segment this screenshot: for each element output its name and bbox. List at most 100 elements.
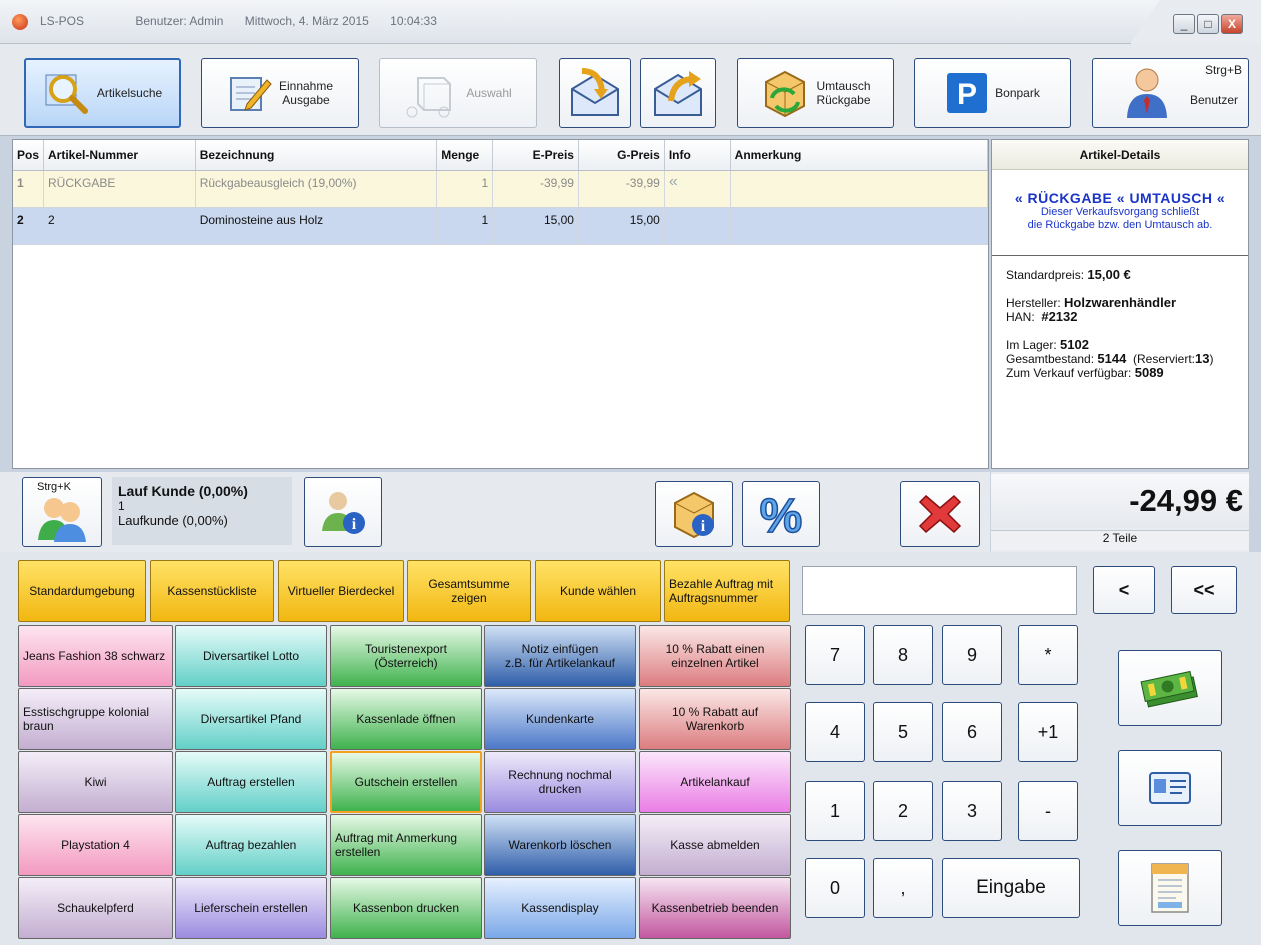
income-expense-button[interactable]: Einnahme Ausgabe: [201, 58, 359, 128]
customer-select-button[interactable]: Strg+K: [22, 477, 102, 547]
reprint-invoice-button[interactable]: Rechnung nochmal drucken: [484, 751, 636, 813]
parking-p-icon: P: [945, 71, 989, 115]
create-voucher-button[interactable]: Gutschein erstellen: [330, 751, 482, 813]
col-info[interactable]: Info: [664, 140, 731, 171]
open-drawer-button[interactable]: Kassenlade öffnen: [330, 688, 482, 750]
enter-button[interactable]: Eingabe: [942, 858, 1080, 918]
key-plus-one-label: +1: [1037, 721, 1059, 742]
article-info-button[interactable]: i: [655, 481, 733, 547]
key-5-label: 5: [897, 721, 908, 742]
table-row[interactable]: 2 2 Dominosteine aus Holz 1 15,00 15,00: [13, 207, 989, 245]
cell-description: Dominosteine aus Holz: [195, 207, 438, 245]
maximize-button[interactable]: □: [1197, 14, 1219, 34]
article-purchase-button[interactable]: Artikelankauf: [639, 751, 791, 813]
key-9[interactable]: 9: [942, 625, 1002, 685]
key-multiply[interactable]: *: [1018, 625, 1078, 685]
minimize-button[interactable]: _: [1173, 14, 1195, 34]
col-quantity[interactable]: Menge: [436, 140, 494, 171]
col-unit-price[interactable]: E-Preis: [492, 140, 579, 171]
choose-customer-label: Kunde wählen: [559, 584, 637, 598]
col-total-price[interactable]: G-Preis: [578, 140, 665, 171]
virtual-coaster-label: Virtueller Bierdeckel: [287, 584, 395, 598]
customer-info-button[interactable]: i: [304, 477, 382, 547]
insert-note-button[interactable]: Notiz einfügen z.B. für Artikelankauf: [484, 625, 636, 687]
col-description[interactable]: Bezeichnung: [195, 140, 438, 171]
clear-cart-button[interactable]: Warenkorb löschen: [484, 814, 636, 876]
customer-id: 1: [118, 499, 125, 513]
outbox-envelope-button[interactable]: [640, 58, 716, 128]
print-receipt-button[interactable]: Kassenbon drucken: [330, 877, 482, 939]
key-comma[interactable]: ,: [873, 858, 933, 918]
key-minus[interactable]: -: [1018, 781, 1078, 841]
user-button[interactable]: Strg+B Benutzer: [1092, 58, 1249, 128]
card-payment-button[interactable]: [1118, 750, 1222, 826]
logout-register-button[interactable]: Kasse abmelden: [639, 814, 791, 876]
inbox-envelope-button[interactable]: [559, 58, 631, 128]
quick-rocking-horse-button[interactable]: Schaukelpferd: [18, 877, 173, 939]
quick-jeans-button[interactable]: Jeans Fashion 38 schwarz: [18, 625, 173, 687]
virtual-coaster-button[interactable]: Virtueller Bierdeckel: [278, 560, 404, 622]
exchange-return-button[interactable]: Umtausch Rückgabe: [737, 58, 894, 128]
quick-dining-set-button[interactable]: Esstischgruppe kolonial braun: [18, 688, 173, 750]
col-article-number[interactable]: Artikel-Nummer: [43, 140, 196, 171]
key-1[interactable]: 1: [805, 781, 865, 841]
discount-single-item-button[interactable]: 10 % Rabatt einen einzelnen Artikel: [639, 625, 791, 687]
register-bom-label: Kassenstückliste: [167, 584, 257, 598]
close-window-button[interactable]: X: [1221, 14, 1243, 34]
key-4[interactable]: 4: [805, 702, 865, 762]
invoice-payment-button[interactable]: [1118, 850, 1222, 926]
amount-input[interactable]: [802, 566, 1077, 615]
available-label: Zum Verkauf verfügbar:: [1006, 366, 1132, 380]
clear-input-button[interactable]: <<: [1171, 566, 1237, 614]
date-label: Mittwoch, 4. März 2015: [244, 14, 369, 28]
discount-button[interactable]: %: [742, 481, 820, 547]
discount-cart-label: 10 % Rabatt auf Warenkorb: [671, 705, 759, 733]
key-3[interactable]: 3: [942, 781, 1002, 841]
reprint-invoice-label: Rechnung nochmal drucken: [508, 768, 612, 796]
customers-group-icon: [34, 492, 90, 542]
show-total-button[interactable]: Gesamtsumme zeigen: [407, 560, 531, 622]
quick-rocking-horse-label: Schaukelpferd: [57, 901, 134, 915]
key-6-label: 6: [966, 721, 977, 742]
percent-icon: %: [754, 488, 808, 540]
cancel-button[interactable]: [900, 481, 980, 547]
tourist-export-button[interactable]: Touristenexport (Österreich): [330, 625, 482, 687]
pay-order-by-number-button[interactable]: Bezahle Auftrag mit Auftragsnummer: [664, 560, 790, 622]
key-6[interactable]: 6: [942, 702, 1002, 762]
app-title: LS-POS: [40, 14, 85, 28]
quick-playstation-button[interactable]: Playstation 4: [18, 814, 173, 876]
misc-lotto-button[interactable]: Diversartikel Lotto: [175, 625, 327, 687]
pay-order-button[interactable]: Auftrag bezahlen: [175, 814, 327, 876]
choose-customer-button[interactable]: Kunde wählen: [535, 560, 661, 622]
customer-card-button[interactable]: Kundenkarte: [484, 688, 636, 750]
create-order-button[interactable]: Auftrag erstellen: [175, 751, 327, 813]
end-register-operation-button[interactable]: Kassenbetrieb beenden: [639, 877, 791, 939]
order-with-note-button[interactable]: Auftrag mit Anmerkung erstellen: [330, 814, 482, 876]
key-7[interactable]: 7: [805, 625, 865, 685]
cart-table[interactable]: Pos Artikel-Nummer Bezeichnung Menge E-P…: [12, 139, 989, 469]
user-avatar-icon: [1124, 66, 1170, 120]
create-delivery-note-button[interactable]: Lieferschein erstellen: [175, 877, 327, 939]
available-value: 5089: [1134, 365, 1164, 380]
col-pos[interactable]: Pos: [13, 140, 45, 171]
discount-cart-button[interactable]: 10 % Rabatt auf Warenkorb: [639, 688, 791, 750]
user-label-button: Benutzer: [1189, 93, 1238, 107]
cash-payment-button[interactable]: [1118, 650, 1222, 726]
quick-kiwi-button[interactable]: Kiwi: [18, 751, 173, 813]
col-note[interactable]: Anmerkung: [730, 140, 989, 171]
key-2[interactable]: 2: [873, 781, 933, 841]
key-0[interactable]: 0: [805, 858, 865, 918]
backspace-button[interactable]: <: [1093, 566, 1155, 614]
selection-button[interactable]: Auswahl: [379, 58, 537, 128]
register-bom-button[interactable]: Kassenstückliste: [150, 560, 274, 622]
key-8[interactable]: 8: [873, 625, 933, 685]
key-plus-one[interactable]: +1: [1018, 702, 1078, 762]
env-standard-button[interactable]: Standardumgebung: [18, 560, 146, 622]
bonpark-button[interactable]: P Bonpark: [914, 58, 1071, 128]
key-5[interactable]: 5: [873, 702, 933, 762]
article-search-button[interactable]: Artikelsuche: [24, 58, 181, 128]
customer-display-button[interactable]: Kassendisplay: [484, 877, 636, 939]
misc-deposit-button[interactable]: Diversartikel Pfand: [175, 688, 327, 750]
table-row[interactable]: 1 RÜCKGABE Rückgabeausgleich (19,00%) 1 …: [13, 170, 989, 208]
total-amount: -24,99 €: [991, 474, 1249, 528]
